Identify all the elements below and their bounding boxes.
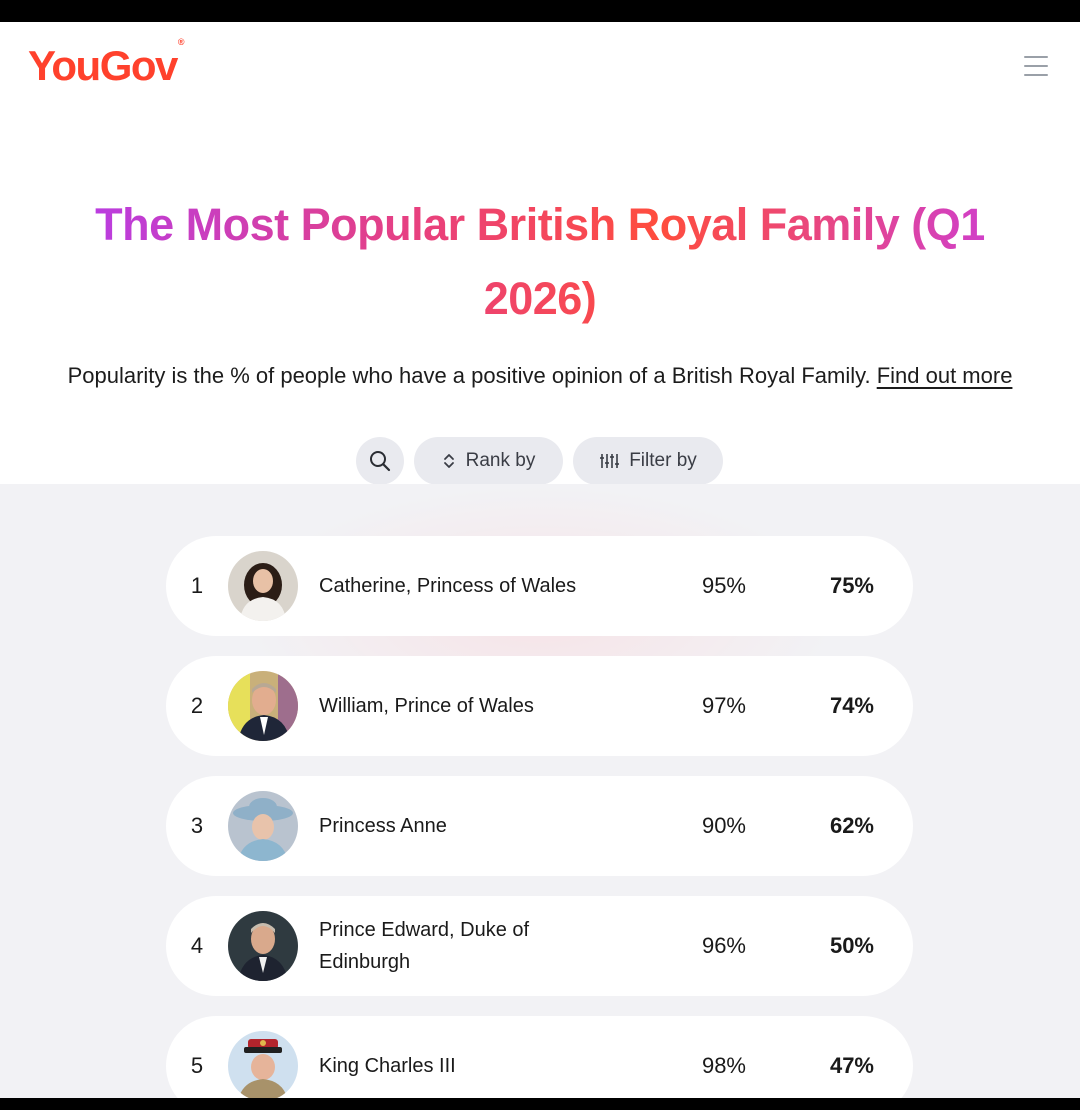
rank-number: 5: [190, 1053, 204, 1078]
search-icon: [370, 451, 391, 472]
page-subtitle: Popularity is the % of people who have a…: [20, 358, 1060, 394]
page-title: The Most Popular British Royal Family (Q…: [40, 188, 1040, 336]
filter-by-button[interactable]: Filter by: [573, 437, 723, 485]
find-out-more-link[interactable]: Find out more: [877, 363, 1013, 388]
person-name: King Charles III: [319, 1055, 456, 1077]
subtitle-text: Popularity is the % of people who have a…: [67, 363, 871, 388]
search-button[interactable]: [356, 437, 404, 485]
fame-value: 96%: [701, 933, 746, 958]
avatar-charles: [228, 1031, 298, 1098]
page: YouGov® The Most Popular British Royal F…: [0, 22, 1080, 1098]
rank-number: 4: [190, 933, 204, 958]
rank-number: 2: [190, 693, 204, 718]
fame-value: 97%: [701, 693, 746, 718]
ranking-row-2[interactable]: 2 William, Prince of Wales 97% 74%: [166, 656, 913, 756]
avatar-catherine: [228, 551, 298, 621]
yougov-logo[interactable]: YouGov®: [28, 37, 185, 90]
person-name: William, Prince of Wales: [319, 695, 534, 717]
system-bottom-bar: [0, 1098, 1080, 1110]
ranking-row-5[interactable]: 5 King Charles III 98% 47%: [166, 1016, 913, 1098]
person-name: Prince Edward, Duke of Edinburgh: [319, 919, 530, 973]
popularity-value: 62%: [829, 813, 874, 838]
rank-number: 1: [190, 573, 204, 598]
ranking-row-3[interactable]: 3 Princess Anne 90% 62%: [166, 776, 913, 876]
person-name: Catherine, Princess of Wales: [319, 575, 577, 597]
rank-by-button[interactable]: Rank by: [414, 437, 563, 485]
ranking-row-4[interactable]: 4 Prince Edward, Duke of Edinburgh 96% 5…: [166, 896, 913, 996]
avatar-william: [228, 671, 298, 741]
filter-by-label: Filter by: [629, 450, 697, 471]
rankings-list: 1 Catherine, Princess of Wales 95% 75% 2: [0, 484, 1080, 1098]
hamburger-menu-icon[interactable]: [1022, 54, 1050, 78]
fame-value: 98%: [701, 1053, 746, 1078]
avatar-anne: [228, 791, 298, 861]
fame-value: 95%: [701, 573, 746, 598]
fame-value: 90%: [701, 813, 746, 838]
rank-by-label: Rank by: [465, 450, 536, 471]
avatar-edward: [228, 911, 298, 981]
popularity-value: 75%: [829, 573, 874, 598]
rank-number: 3: [190, 813, 204, 838]
popularity-value: 47%: [829, 1053, 874, 1078]
popularity-value: 50%: [829, 933, 874, 958]
person-name: Princess Anne: [319, 815, 447, 837]
ranking-row-1[interactable]: 1 Catherine, Princess of Wales 95% 75%: [166, 536, 913, 636]
sort-chevrons-icon: [443, 454, 454, 468]
filter-sliders-icon: [600, 454, 620, 468]
popularity-value: 74%: [829, 693, 874, 718]
